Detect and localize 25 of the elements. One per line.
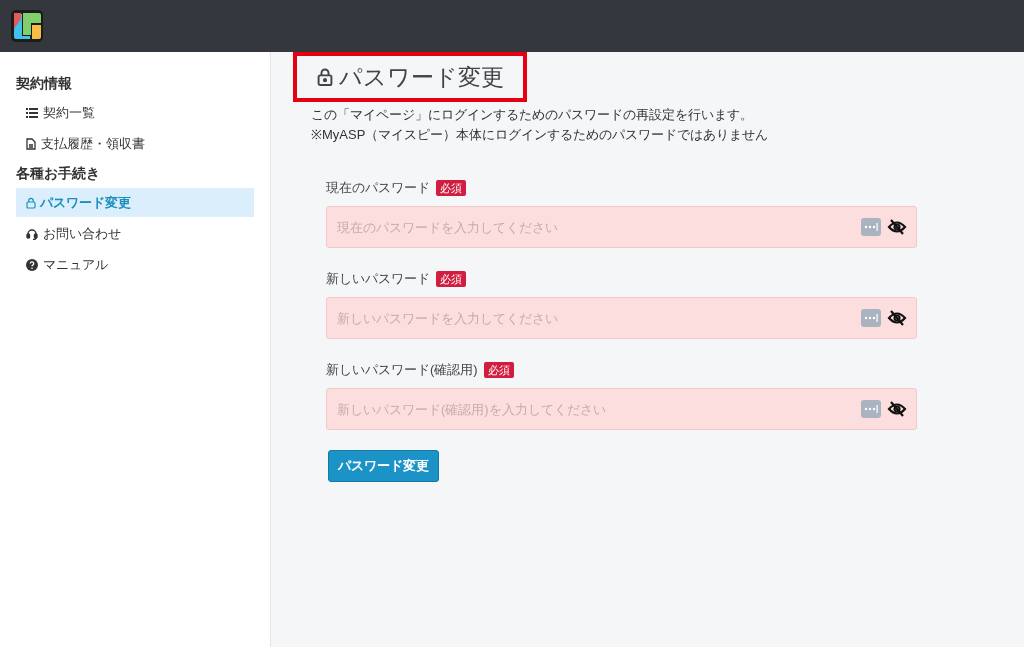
sidebar-item[interactable]: 契約一覧	[16, 98, 254, 127]
help-icon	[26, 258, 38, 271]
section-heading: 各種お手続き	[16, 163, 101, 183]
document-icon	[26, 137, 36, 150]
required-badge: 必須	[436, 180, 466, 196]
description-text: この「マイページ」にログインするためのパスワードの再設定を行います。	[311, 106, 754, 124]
section-heading: 契約情報	[16, 73, 73, 93]
page-title: パスワード変更	[339, 62, 504, 92]
sidebar-item[interactable]: 支払履歴・領収書	[16, 129, 254, 158]
field-label: 新しいパスワード(確認用)	[326, 361, 478, 380]
hide-password-icon[interactable]	[887, 400, 907, 418]
field-label: 新しいパスワード	[326, 270, 430, 289]
description-text: ※MyASP（マイスピー）本体にログインするためのパスワードではありません	[311, 126, 770, 144]
headset-icon	[26, 227, 38, 240]
required-badge: 必須	[483, 362, 514, 378]
lock-icon	[26, 196, 36, 209]
app-logo[interactable]	[10, 9, 44, 43]
hide-password-icon[interactable]	[887, 218, 907, 236]
hide-password-icon[interactable]	[887, 309, 907, 327]
lock-icon	[317, 67, 333, 87]
sidebar-item[interactable]: マニュアル	[16, 250, 254, 279]
sidebar-item[interactable]: お問い合わせ	[16, 219, 254, 248]
field-label: 現在のパスワード	[326, 179, 430, 198]
list-icon	[26, 107, 38, 118]
required-badge: 必須	[436, 271, 466, 287]
